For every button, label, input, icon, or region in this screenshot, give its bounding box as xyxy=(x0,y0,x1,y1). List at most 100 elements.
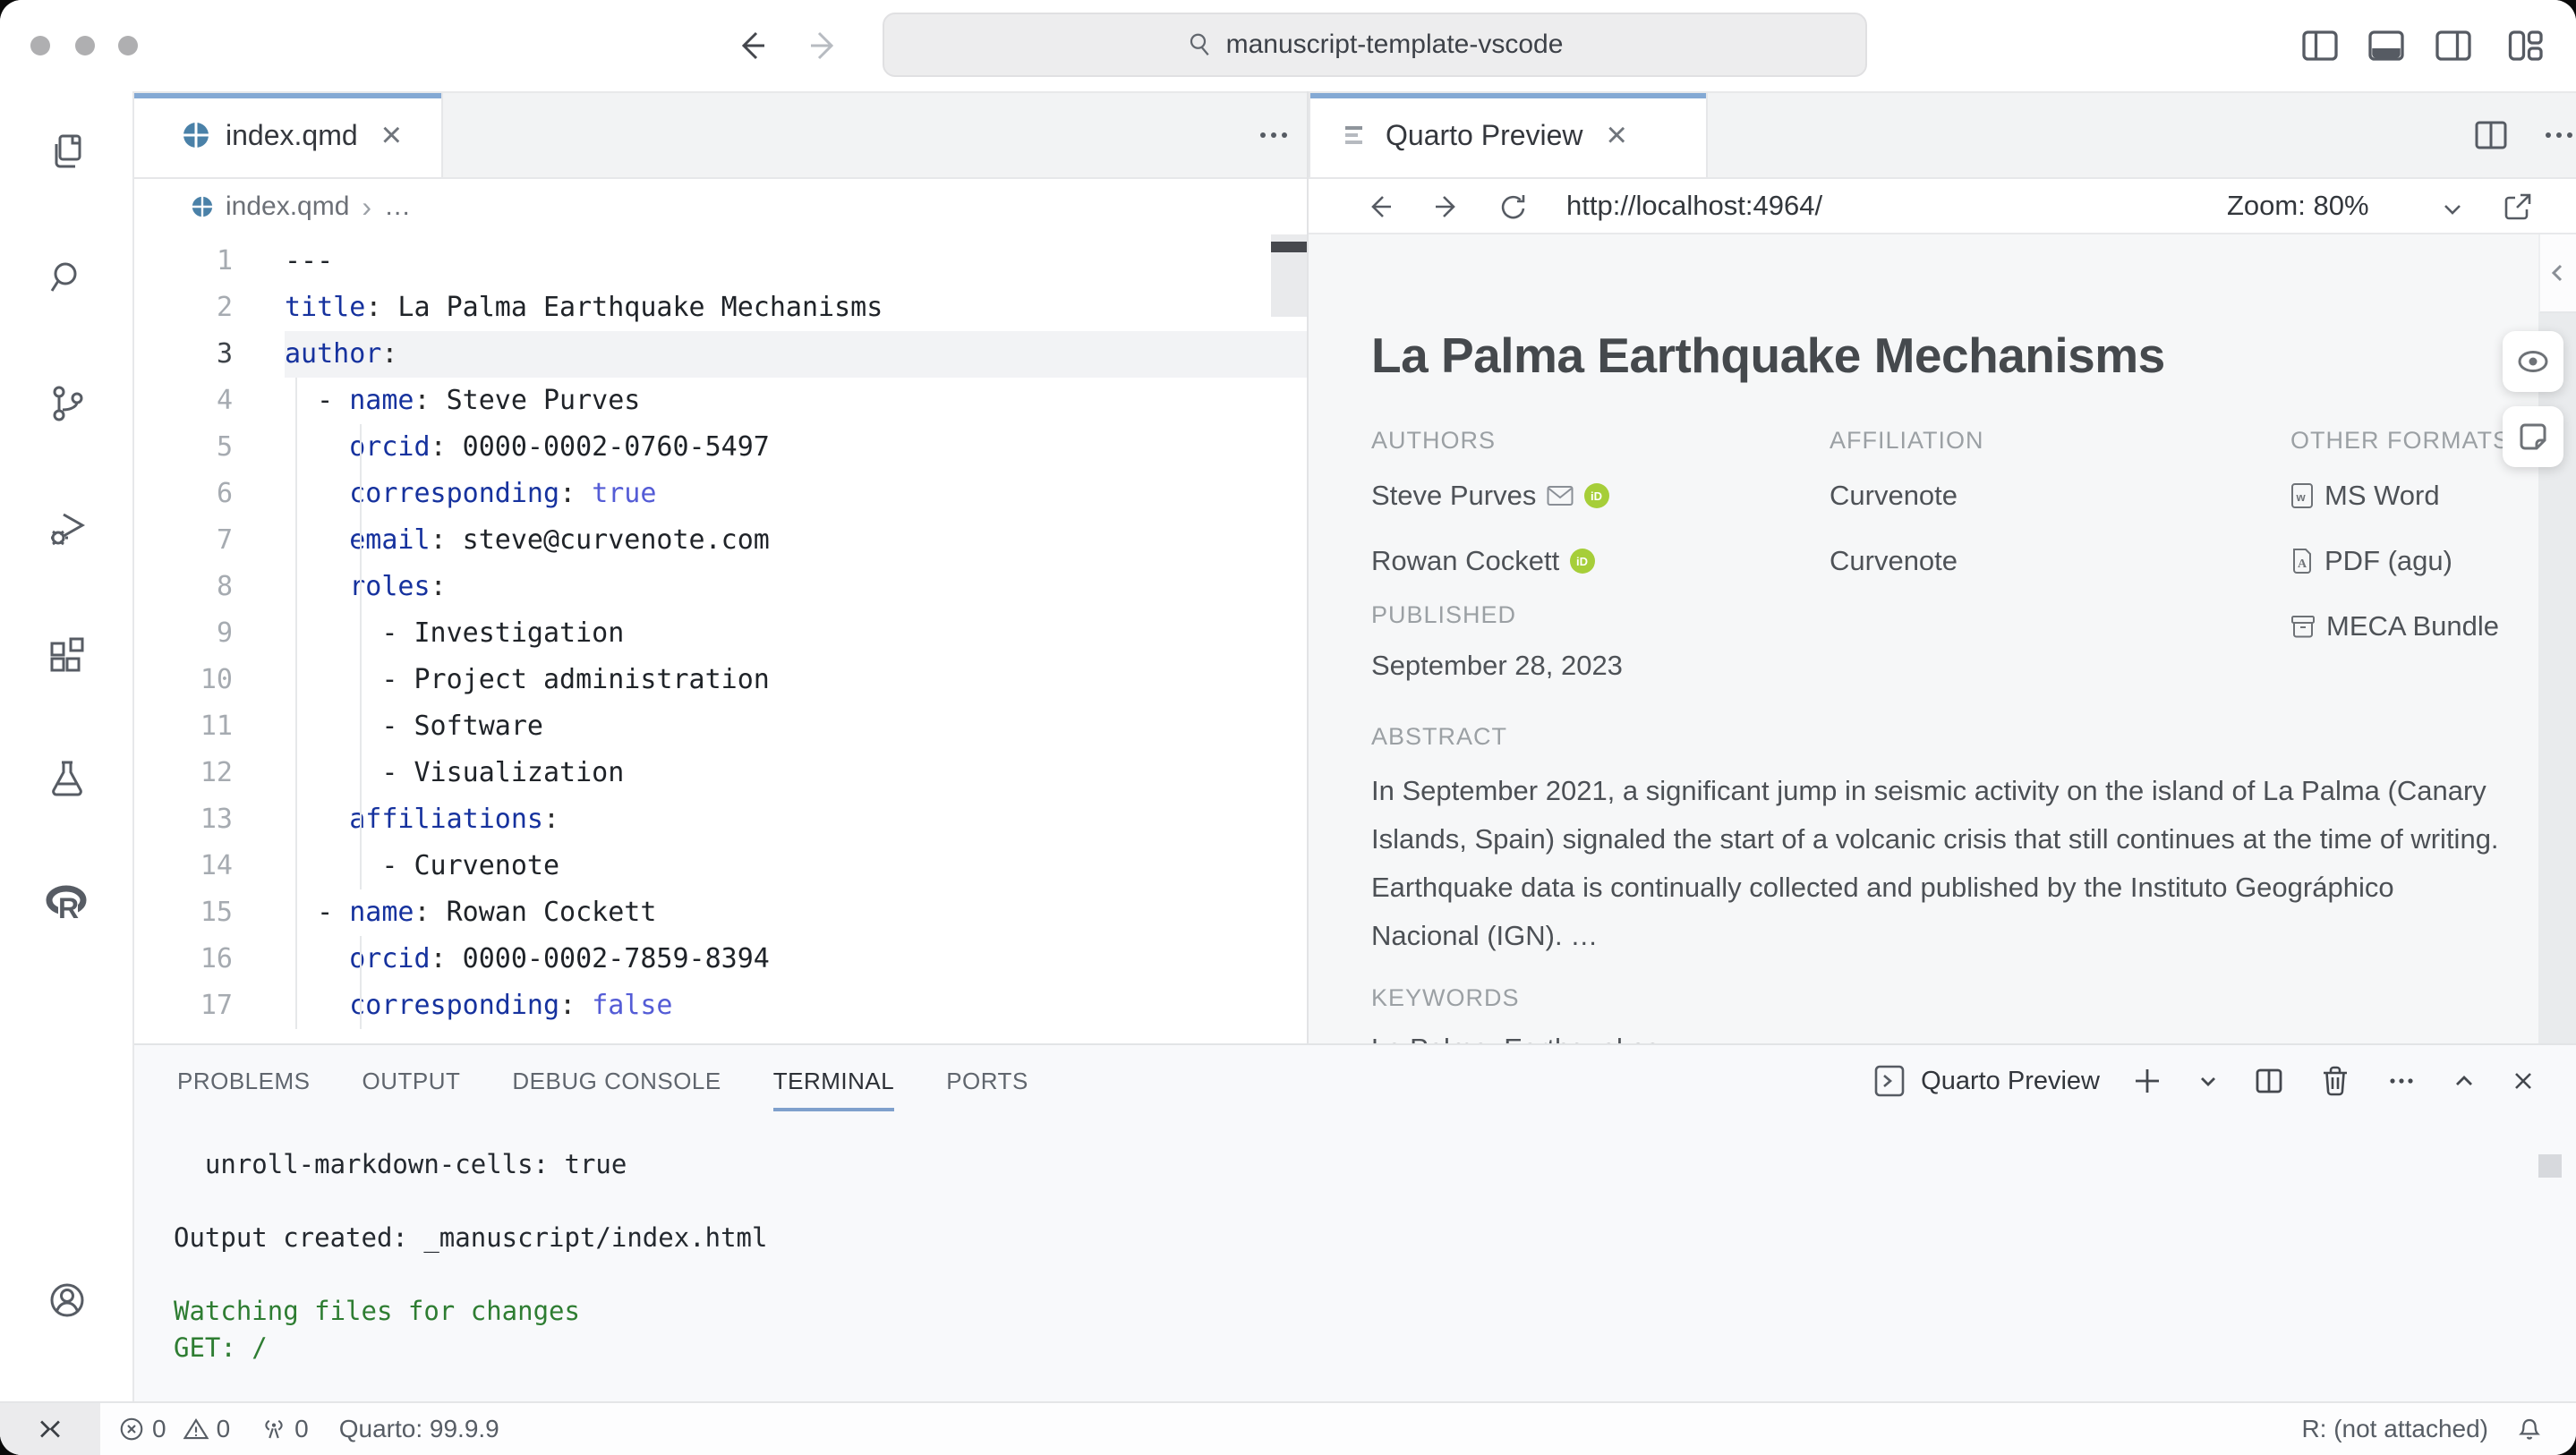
code-line[interactable]: 3 author: xyxy=(134,331,1307,378)
panel-tab[interactable]: PROBLEMS xyxy=(177,1045,311,1117)
editor-actions-more-icon[interactable] xyxy=(1251,113,1296,157)
problems-status[interactable]: 0 0 xyxy=(118,1415,230,1443)
tab-label: Quarto Preview xyxy=(1386,119,1583,152)
split-editor-icon[interactable] xyxy=(2469,113,2513,157)
orcid-icon[interactable]: iD xyxy=(1570,549,1595,574)
split-terminal-icon[interactable] xyxy=(2250,1062,2288,1100)
preview-reload-icon[interactable] xyxy=(1496,189,1531,225)
preview-note-button[interactable] xyxy=(2503,406,2563,467)
terminal-output[interactable]: unroll-markdown-cells: true Output creat… xyxy=(174,1146,767,1366)
code-line[interactable]: 5 orcid: 0000-0002-0760-5497 xyxy=(134,424,1307,471)
zoom-window-button[interactable] xyxy=(118,36,138,55)
history-forward-button[interactable] xyxy=(804,26,843,65)
explorer-icon[interactable] xyxy=(46,131,89,174)
code-text: affiliations: xyxy=(285,796,1307,843)
source-control-icon[interactable] xyxy=(46,382,89,425)
preview-zoom-label[interactable]: Zoom: 80% xyxy=(2227,179,2369,233)
tab-index-qmd[interactable]: index.qmd × xyxy=(134,93,443,177)
line-number: 10 xyxy=(134,657,233,703)
minimize-window-button[interactable] xyxy=(75,36,95,55)
code-line[interactable]: 1 --- xyxy=(134,238,1307,285)
format-link[interactable]: A PDF (agu) xyxy=(2290,536,2510,585)
terminal-selector[interactable]: Quarto Preview xyxy=(1872,1061,2100,1101)
close-tab-icon[interactable]: × xyxy=(1607,117,1627,153)
preview-url[interactable]: http://localhost:4964/ xyxy=(1566,179,1822,233)
code-text: roles: xyxy=(285,564,1307,610)
more-actions-icon[interactable] xyxy=(2537,113,2576,157)
panel-scrollbar[interactable] xyxy=(2538,1154,2562,1178)
toggle-secondary-sidebar-icon[interactable] xyxy=(2432,24,2475,67)
code-line[interactable]: 4 - name: Steve Purves xyxy=(134,378,1307,424)
new-terminal-plus-icon[interactable] xyxy=(2128,1062,2166,1100)
search-value: manuscript-template-vscode xyxy=(1226,30,1564,60)
code-line[interactable]: 2 title: La Palma Earthquake Mechanisms xyxy=(134,285,1307,331)
code-line[interactable]: 17 corresponding: false xyxy=(134,983,1307,1029)
close-tab-icon[interactable]: × xyxy=(381,117,402,153)
close-window-button[interactable] xyxy=(30,36,50,55)
panel-tab[interactable]: OUTPUT xyxy=(363,1045,461,1117)
toggle-panel-icon[interactable] xyxy=(2365,24,2408,67)
testing-beaker-icon[interactable] xyxy=(46,757,89,800)
author-row: Steve Purves iD xyxy=(1371,471,1609,520)
panel-tab[interactable]: TERMINAL xyxy=(773,1045,894,1117)
preview-forward-icon[interactable] xyxy=(1429,189,1465,225)
remote-indicator[interactable] xyxy=(0,1403,100,1455)
customize-layout-icon[interactable] xyxy=(2503,24,2546,67)
maximize-panel-chevron-icon[interactable] xyxy=(2449,1062,2479,1100)
line-number: 3 xyxy=(134,331,233,378)
panel-more-actions-icon[interactable] xyxy=(2383,1062,2420,1100)
command-center-search[interactable]: manuscript-template-vscode xyxy=(883,13,1867,77)
ports-status[interactable]: 0 xyxy=(260,1415,309,1443)
code-line[interactable]: 8 roles: xyxy=(134,564,1307,610)
r-language-icon[interactable]: R xyxy=(46,882,89,925)
terminal-dropdown-chevron-icon[interactable] xyxy=(2195,1062,2222,1100)
code-line[interactable]: 16 orcid: 0000-0002-7859-8394 xyxy=(134,936,1307,983)
code-line[interactable]: 9 - Investigation xyxy=(134,610,1307,657)
preview-eye-button[interactable] xyxy=(2503,331,2563,392)
code-line[interactable]: 15 - name: Rowan Cockett xyxy=(134,889,1307,936)
account-icon[interactable] xyxy=(46,1279,89,1322)
r-status[interactable]: R: (not attached) xyxy=(2301,1415,2488,1443)
extensions-icon[interactable] xyxy=(46,633,89,676)
authors-label: AUTHORS xyxy=(1371,427,1609,455)
code-text: - Project administration xyxy=(285,657,1307,703)
affiliation-label: AFFILIATION xyxy=(1830,427,1984,455)
email-icon[interactable] xyxy=(1547,485,1574,506)
code-line[interactable]: 10 - Project administration xyxy=(134,657,1307,703)
panel-tab[interactable]: DEBUG CONSOLE xyxy=(512,1045,721,1117)
breadcrumb[interactable]: index.qmd › … xyxy=(134,179,1307,234)
open-external-icon[interactable] xyxy=(2500,189,2536,225)
breadcrumb-file[interactable]: index.qmd xyxy=(226,191,349,222)
code-line[interactable]: 12 - Visualization xyxy=(134,750,1307,796)
breadcrumb-more[interactable]: … xyxy=(384,191,411,222)
code-line[interactable]: 13 affiliations: xyxy=(134,796,1307,843)
tab-quarto-preview[interactable]: Quarto Preview × xyxy=(1309,93,1708,177)
kill-terminal-trash-icon[interactable] xyxy=(2316,1062,2354,1100)
code-line[interactable]: 6 corresponding: true xyxy=(134,471,1307,517)
panel-tab[interactable]: PORTS xyxy=(946,1045,1028,1117)
code-lines: 1 --- 2 title: La Palma Earthquake Mecha… xyxy=(134,234,1307,1029)
toggle-primary-sidebar-icon[interactable] xyxy=(2299,24,2341,67)
code-line[interactable]: 7 email: steve@curvenote.com xyxy=(134,517,1307,564)
history-back-button[interactable] xyxy=(732,26,772,65)
code-line[interactable]: 14 - Curvenote xyxy=(134,843,1307,889)
code-line[interactable]: 11 - Software xyxy=(134,703,1307,750)
format-link[interactable]: MECA Bundle xyxy=(2290,601,2510,651)
code-text: - name: Steve Purves xyxy=(285,378,1307,424)
code-editor[interactable]: 1 --- 2 title: La Palma Earthquake Mecha… xyxy=(134,234,1307,1043)
orcid-icon[interactable]: iD xyxy=(1584,483,1609,508)
format-link[interactable]: w MS Word xyxy=(2290,471,2510,520)
format-label: MS Word xyxy=(2324,471,2440,520)
close-panel-icon[interactable] xyxy=(2508,1062,2538,1100)
run-debug-icon[interactable] xyxy=(46,506,89,549)
quarto-version[interactable]: Quarto: 99.9.9 xyxy=(339,1415,499,1443)
zoom-chevron-down-icon[interactable] xyxy=(2435,191,2470,227)
search-view-icon[interactable] xyxy=(46,257,89,300)
preview-back-icon[interactable] xyxy=(1361,189,1397,225)
svg-text:A: A xyxy=(2298,557,2307,571)
affiliation-value: Curvenote xyxy=(1830,471,1958,520)
collapse-rail[interactable] xyxy=(2538,234,2576,313)
abstract-label: ABSTRACT xyxy=(1371,723,2508,751)
notifications-bell-icon[interactable] xyxy=(2515,1415,2544,1443)
quarto-file-icon xyxy=(192,196,213,217)
